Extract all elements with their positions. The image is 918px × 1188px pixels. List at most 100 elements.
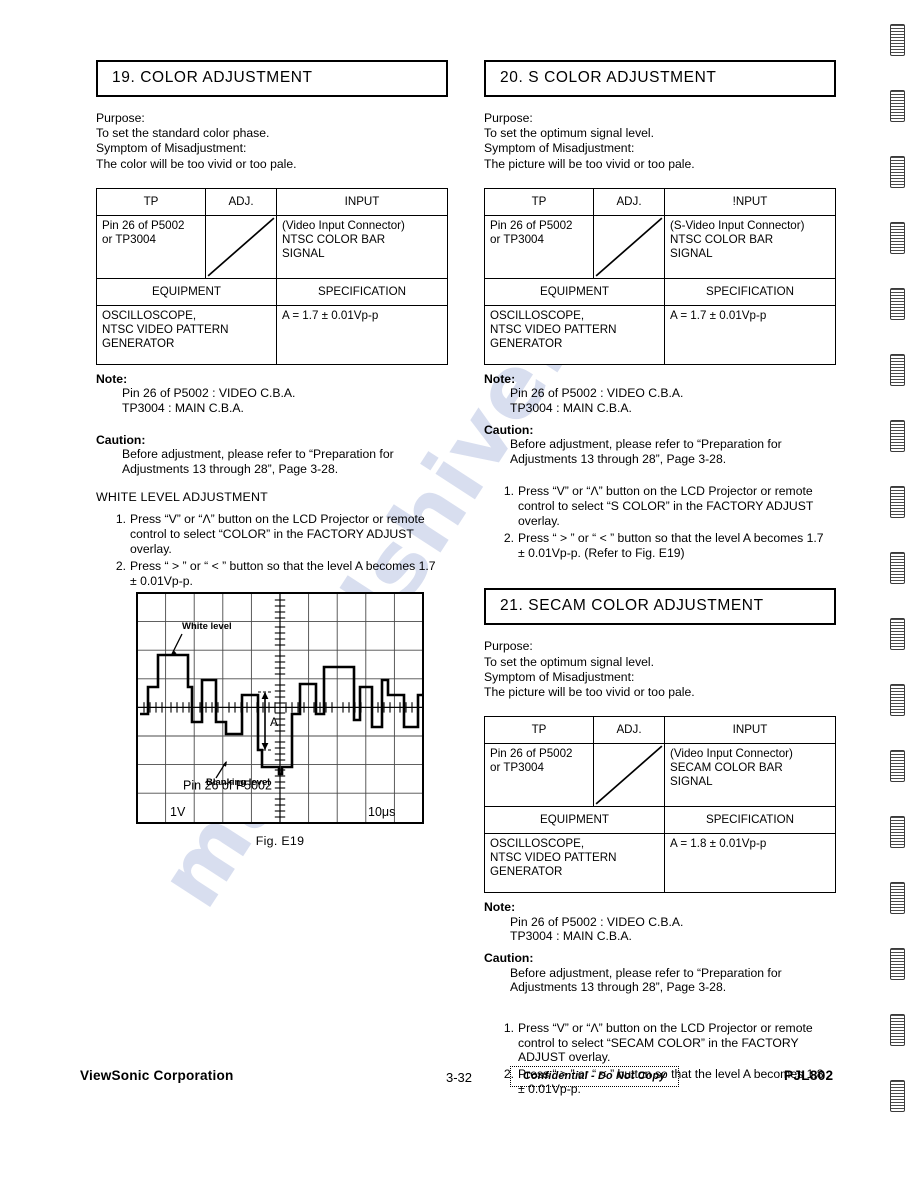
input-line-3: SIGNAL xyxy=(282,246,325,260)
purpose-label: Purpose: xyxy=(484,111,533,125)
header-specification: SPECIFICATION xyxy=(664,277,836,306)
header-adj: ADJ. xyxy=(593,716,665,745)
section-title: 19. COLOR ADJUSTMENT xyxy=(112,69,313,86)
step-number: 1. xyxy=(503,484,514,499)
caution-line-2: Adjustments 13 through 28”, Page 3-28. xyxy=(510,980,727,995)
caution-block-secam-color-adjustment: Caution: Before adjustment, please refer… xyxy=(484,951,836,995)
steps-list-s-color-adjustment: 1. Press “V” or “Λ” button on the LCD Pr… xyxy=(484,484,836,560)
note-line-2: TP3004 : MAIN C.B.A. xyxy=(510,929,632,944)
note-label: Note: xyxy=(484,900,516,915)
step-number: 1. xyxy=(115,512,126,527)
section-title: 21. SECAM COLOR ADJUSTMENT xyxy=(500,597,764,615)
table-row-values-2: OSCILLOSCOPE, NTSC VIDEO PATTERN GENERAT… xyxy=(484,833,836,894)
footer-page-number: 3-32 xyxy=(446,1070,473,1085)
cell-input-value: (Video Input Connector) NTSC COLOR BAR S… xyxy=(276,214,448,279)
diagonal-strike-icon xyxy=(595,745,663,805)
section-title: 20. S COLOR ADJUSTMENT xyxy=(500,69,717,86)
purpose-block-color-adjustment: Purpose: To set the standard color phase… xyxy=(96,111,448,172)
steps-list-color-adjustment: 1. Press “V” or “Λ” button on the LCD Pr… xyxy=(96,512,448,588)
caution-line-2: Adjustments 13 through 28”, Page 3-28. xyxy=(122,461,339,476)
purpose-text: To set the standard color phase. xyxy=(96,126,270,141)
step-line-3: overlay. xyxy=(130,541,172,556)
purpose-label: Purpose: xyxy=(484,639,533,654)
step-line-2: control to select “S COLOR” in the FACTO… xyxy=(518,499,814,514)
step-line-1: Press “V” or “Λ” button on the LCD Proje… xyxy=(130,512,425,527)
section-header-secam-color-adjustment: 21. SECAM COLOR ADJUSTMENT xyxy=(484,588,836,626)
caution-label: Caution: xyxy=(96,432,146,447)
caution-block-color-adjustment: Caution: Before adjustment, please refer… xyxy=(96,433,448,477)
header-adj: ADJ. xyxy=(205,187,277,216)
step-line-2: control to select “SECAM COLOR” in the F… xyxy=(518,1035,799,1050)
list-item: 1. Press “V” or “Λ” button on the LCD Pr… xyxy=(96,512,448,556)
note-line-1: Pin 26 of P5002 : VIDEO C.B.A. xyxy=(122,386,296,401)
step-number: 2. xyxy=(115,558,126,573)
symptom-label: Symptom of Misadjustment: xyxy=(484,669,635,684)
step-number: 1. xyxy=(503,1020,514,1035)
section-header-s-color-adjustment: 20. S COLOR ADJUSTMENT xyxy=(484,60,836,97)
figure-caption: Fig. E19 xyxy=(255,834,305,848)
note-line-1: Pin 26 of P5002 : VIDEO C.B.A. xyxy=(510,914,684,929)
list-item: 2. Press “ > ” or “ < ” button so that t… xyxy=(484,531,836,561)
table-row-values-2: OSCILLOSCOPE, NTSC VIDEO PATTERN GENERAT… xyxy=(96,304,448,365)
header-specification: SPECIFICATION xyxy=(664,806,836,835)
symptom-text: The picture will be too vivid or too pal… xyxy=(484,684,695,699)
note-line-2: TP3004 : MAIN C.B.A. xyxy=(510,401,632,415)
cell-specification-value: A = 1.8 ± 0.01Vp-p xyxy=(664,833,836,894)
cell-adj-value xyxy=(593,743,665,808)
cell-specification-value: A = 1.7 ± 0.01Vp-p xyxy=(276,304,448,365)
purpose-text: To set the optimum signal level. xyxy=(484,654,655,669)
header-input: INPUT xyxy=(664,716,836,745)
equipment-line-1: OSCILLOSCOPE, xyxy=(490,308,585,322)
subheading-white-level: WHITE LEVEL ADJUSTMENT xyxy=(96,490,268,505)
list-item: 2. Press “ > ” or “ < ” button so that t… xyxy=(96,559,448,589)
step-line-1: Press “V” or “Λ” button on the LCD Proje… xyxy=(518,1020,813,1035)
cell-tp-value: Pin 26 of P5002 or TP3004 xyxy=(96,214,206,279)
table-row-headers: TP ADJ. !NPUT xyxy=(484,187,836,216)
oscilloscope-figure: A White level Blanking level x Pin 26 of… xyxy=(136,592,424,848)
step-line-2: control to select “COLOR” in the FACTORY… xyxy=(130,527,414,542)
list-item: 1. Press “V” or “Λ” button on the LCD Pr… xyxy=(484,484,836,528)
tp-line-2: or TP3004 xyxy=(102,232,156,246)
input-line-1: (S-Video Input Connector) xyxy=(670,218,805,232)
input-line-2: SECAM COLOR BAR xyxy=(670,761,783,775)
input-line-2: NTSC COLOR BAR xyxy=(670,232,774,246)
symptom-label: Symptom of Misadjustment: xyxy=(484,141,635,156)
table-row-headers-2: EQUIPMENT SPECIFICATION xyxy=(484,277,836,306)
caution-line-1: Before adjustment, please refer to “Prep… xyxy=(510,437,782,452)
header-specification: SPECIFICATION xyxy=(276,277,448,306)
caution-block-s-color-adjustment: Caution: Before adjustment, please refer… xyxy=(484,423,836,467)
step-line-2: ± 0.01Vp-p. xyxy=(130,573,193,588)
step-line-1: Press “V” or “Λ” button on the LCD Proje… xyxy=(518,484,813,499)
note-block-secam-color-adjustment: Note: Pin 26 of P5002 : VIDEO C.B.A. TP3… xyxy=(484,900,836,944)
spec-table-s-color-adjustment: TP ADJ. !NPUT Pin 26 of P5002 or TP3004 … xyxy=(484,187,836,365)
equipment-line-3: GENERATOR xyxy=(102,336,175,350)
header-input: INPUT xyxy=(276,187,448,216)
cell-adj-value xyxy=(593,214,665,279)
header-equipment: EQUIPMENT xyxy=(96,277,277,306)
input-line-2: NTSC COLOR BAR xyxy=(282,232,386,246)
figure-volts-per-div: 1V xyxy=(170,805,186,819)
note-line-2: TP3004 : MAIN C.B.A. xyxy=(122,401,244,415)
table-row-headers: TP ADJ. INPUT xyxy=(484,716,836,745)
step-line-3: overlay. xyxy=(518,513,560,528)
symptom-text: The color will be too vivid or too pale. xyxy=(96,156,297,171)
equipment-line-2: NTSC VIDEO PATTERN xyxy=(490,322,617,336)
header-equipment: EQUIPMENT xyxy=(484,806,665,835)
caution-line-2: Adjustments 13 through 28”, Page 3-28. xyxy=(510,451,727,466)
header-tp: TP xyxy=(484,187,594,216)
equipment-line-1: OSCILLOSCOPE, xyxy=(102,308,197,322)
purpose-text: To set the optimum signal level. xyxy=(484,126,655,141)
white-level-label: White level xyxy=(182,621,232,632)
confidential-stamp: Confidential - Do Not Copy xyxy=(510,1066,679,1087)
footer-model-number: PJL802 xyxy=(784,1068,834,1083)
equipment-line-3: GENERATOR xyxy=(490,336,563,350)
input-line-3: SIGNAL xyxy=(670,246,713,260)
table-row-headers-2: EQUIPMENT SPECIFICATION xyxy=(96,277,448,306)
step-line-1: Press “ > ” or “ < ” button so that the … xyxy=(130,558,436,573)
caution-label: Caution: xyxy=(484,950,534,965)
footer-company: ViewSonic Corporation xyxy=(80,1068,234,1083)
column-right: 20. S COLOR ADJUSTMENT Purpose: To set t… xyxy=(484,60,836,1099)
